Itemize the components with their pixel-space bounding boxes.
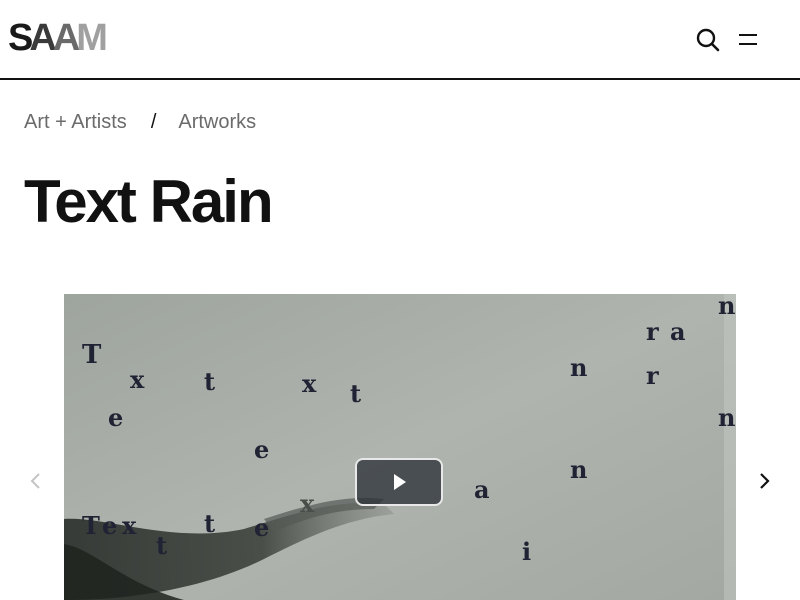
video-letter: a xyxy=(474,475,490,504)
video-letter: e xyxy=(108,403,124,432)
saam-logo[interactable]: SAAM xyxy=(8,17,108,59)
search-button[interactable] xyxy=(694,26,722,54)
play-button[interactable] xyxy=(355,458,443,506)
video-letter: i xyxy=(522,537,532,566)
video-letter: r xyxy=(646,317,659,346)
video-letter: e xyxy=(102,511,118,540)
breadcrumb: Art + Artists / Artworks xyxy=(24,111,256,134)
carousel-next-button[interactable] xyxy=(752,469,776,493)
video-letter: n xyxy=(570,455,588,484)
play-icon xyxy=(394,474,406,490)
video-letter: e xyxy=(254,435,270,464)
breadcrumb-separator: / xyxy=(150,111,157,133)
chevron-right-icon xyxy=(760,473,770,489)
video-letter: t xyxy=(204,367,216,396)
logo-letter: A xyxy=(29,17,57,59)
carousel-prev-button[interactable] xyxy=(24,469,48,493)
video-letter: x xyxy=(300,489,315,518)
site-header: SAAM xyxy=(0,0,800,80)
video-letter: t xyxy=(156,531,168,560)
logo-letter: S xyxy=(8,17,33,59)
video-letter: T xyxy=(82,340,102,370)
media-carousel: T x t x t e e r a n r n n n a i T e x t … xyxy=(0,294,800,600)
menu-button[interactable] xyxy=(734,26,762,54)
video-letter: x xyxy=(130,365,145,394)
video-letter: a xyxy=(670,317,686,346)
video-player[interactable]: T x t x t e e r a n r n n n a i T e x t … xyxy=(64,294,736,600)
video-letter: T xyxy=(82,511,100,540)
video-letter: t xyxy=(204,509,216,538)
video-letter: n xyxy=(718,403,736,432)
video-letter: x xyxy=(302,369,317,398)
hamburger-menu-icon xyxy=(739,34,757,45)
video-letter: n xyxy=(570,353,588,382)
video-letter: n xyxy=(718,294,736,320)
breadcrumb-art-artists[interactable]: Art + Artists xyxy=(24,111,127,134)
logo-letter: A xyxy=(52,17,81,59)
video-letter: r xyxy=(646,361,659,390)
video-letter: x xyxy=(122,511,137,540)
video-letter: t xyxy=(350,379,362,408)
breadcrumb-artworks[interactable]: Artworks xyxy=(178,111,256,134)
video-letter: e xyxy=(254,513,270,542)
page-title: Text Rain xyxy=(24,168,274,235)
logo-letter: M xyxy=(76,17,108,59)
search-icon xyxy=(696,28,720,52)
chevron-left-icon xyxy=(30,473,40,489)
